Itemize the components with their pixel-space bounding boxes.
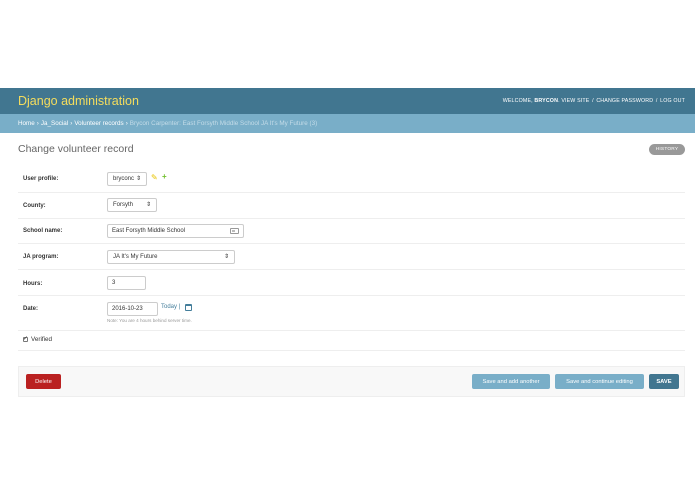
ja-program-label: JA program:	[23, 254, 59, 260]
form-row-ja-program: JA program: JA It's My Future ⇕	[18, 244, 685, 270]
form-row-county: County: Forsyth ⇕	[18, 193, 685, 219]
calendar-icon[interactable]	[185, 304, 192, 311]
submit-row: Delete Save and add another Save and con…	[18, 366, 685, 397]
contact-card-icon	[230, 228, 239, 234]
save-button[interactable]: SAVE	[649, 374, 679, 389]
breadcrumb-model[interactable]: Volunteer records	[74, 120, 123, 127]
view-site-link[interactable]: VIEW SITE	[561, 98, 589, 104]
logout-link[interactable]: LOG OUT	[660, 98, 685, 104]
site-header: Django administration WELCOME, BRYCON. V…	[0, 88, 695, 114]
site-branding[interactable]: Django administration	[18, 94, 139, 108]
today-link[interactable]: Today |	[161, 304, 180, 310]
school-name-input[interactable]: East Forsyth Middle School	[107, 224, 244, 238]
plus-icon[interactable]: +	[162, 173, 167, 181]
user-profile-select[interactable]: bryconc ⇕	[107, 172, 147, 186]
county-select[interactable]: Forsyth ⇕	[107, 198, 157, 212]
user-profile-label: User profile:	[23, 176, 59, 182]
county-label: County:	[23, 203, 46, 209]
user-profile-value: bryconc	[113, 176, 135, 182]
today-label: Today	[161, 304, 178, 310]
breadcrumb: Home › Ja_Social › Volunteer records › B…	[0, 114, 695, 133]
page-title: Change volunteer record	[18, 143, 134, 155]
form-row-school-name: School name: East Forsyth Middle School	[18, 219, 685, 244]
history-button[interactable]: HISTORY	[649, 144, 685, 155]
shortcut-separator: |	[178, 304, 181, 310]
delete-button[interactable]: Delete	[26, 374, 61, 389]
separator: /	[592, 98, 594, 104]
hours-label: Hours:	[23, 281, 43, 287]
form-row-hours: Hours: 3	[18, 270, 685, 296]
username: BRYCON	[534, 98, 559, 104]
breadcrumb-app[interactable]: Ja_Social	[41, 120, 68, 127]
school-name-value: East Forsyth Middle School	[112, 228, 186, 234]
user-tools: WELCOME, BRYCON. VIEW SITE / CHANGE PASS…	[502, 98, 685, 104]
timezone-help-text: Note: You are 4 hours behind server time…	[107, 318, 192, 323]
change-password-link[interactable]: CHANGE PASSWORD	[596, 98, 653, 104]
verified-label[interactable]: Verified	[31, 336, 52, 343]
date-label: Date:	[23, 306, 39, 312]
school-name-label: School name:	[23, 228, 63, 234]
ja-program-value: JA It's My Future	[113, 254, 158, 260]
hours-input[interactable]: 3	[107, 276, 146, 290]
updown-caret-icon: ⇕	[145, 202, 151, 208]
breadcrumb-current: Brycon Carpenter: East Forsyth Middle Sc…	[129, 120, 318, 127]
form-row-user-profile: User profile: bryconc ⇕ ✎ +	[18, 166, 685, 193]
separator: /	[655, 98, 658, 104]
save-and-continue-button[interactable]: Save and continue editing	[555, 374, 644, 389]
hours-value: 3	[112, 280, 116, 286]
updown-caret-icon: ⇕	[223, 254, 229, 260]
pencil-icon[interactable]: ✎	[151, 174, 158, 182]
date-value: 2016-10-23	[112, 306, 143, 312]
updown-caret-icon: ⇕	[135, 176, 141, 182]
welcome-text: WELCOME,	[502, 98, 533, 104]
breadcrumb-home[interactable]: Home	[18, 120, 35, 127]
form-row-verified: Verified	[18, 331, 685, 351]
save-and-add-another-button[interactable]: Save and add another	[472, 374, 550, 389]
ja-program-select[interactable]: JA It's My Future ⇕	[107, 250, 235, 264]
form-row-date: Date: 2016-10-23 Today | Note: You are 4…	[18, 296, 685, 331]
verified-checkbox[interactable]	[23, 335, 28, 342]
date-input[interactable]: 2016-10-23	[107, 302, 158, 316]
county-value: Forsyth	[113, 202, 134, 208]
